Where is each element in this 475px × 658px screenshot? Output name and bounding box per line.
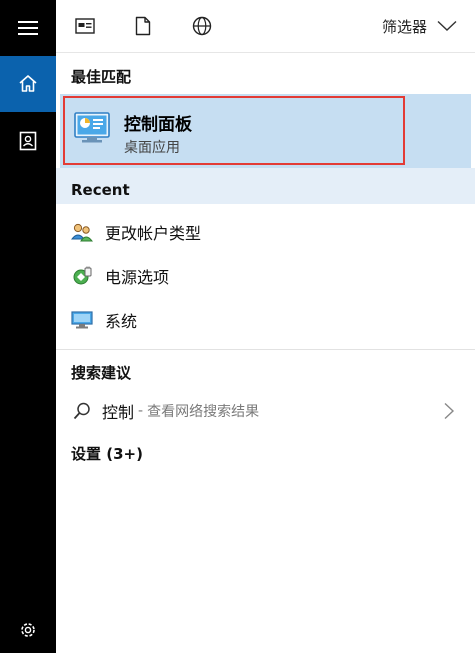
apps-scope-button[interactable] bbox=[68, 10, 102, 42]
section-divider bbox=[56, 349, 475, 350]
user-accounts-icon bbox=[71, 223, 93, 242]
power-options-icon bbox=[73, 266, 92, 285]
web-scope-button[interactable] bbox=[185, 10, 219, 42]
filter-dropdown[interactable]: 筛选器 bbox=[382, 12, 457, 40]
search-icon bbox=[73, 402, 90, 420]
system-monitor-icon bbox=[71, 311, 93, 329]
apps-icon bbox=[75, 18, 95, 34]
best-match-result[interactable]: 控制面板 桌面应用 bbox=[60, 94, 471, 168]
portrait-icon bbox=[19, 131, 37, 151]
best-match-heading: 最佳匹配 bbox=[71, 68, 132, 86]
suggestion-separator: - bbox=[138, 403, 144, 419]
recent-header: Recent bbox=[56, 168, 475, 204]
highlight-outline bbox=[63, 96, 405, 165]
home-icon bbox=[19, 75, 37, 92]
recent-item-label: 系统 bbox=[105, 312, 138, 331]
recent-item-label: 更改帐户类型 bbox=[105, 224, 202, 243]
hamburger-menu-icon bbox=[18, 21, 38, 35]
recent-item-system[interactable]: 系统 bbox=[56, 300, 475, 340]
scope-toolbar: 筛选器 bbox=[56, 0, 475, 53]
search-results-panel: 筛选器 最佳匹配 控制面板 桌面应用 Recent 更改帐户类型 电源选项 系统… bbox=[56, 0, 475, 653]
gear-icon bbox=[21, 623, 35, 637]
recent-item-power-options[interactable]: 电源选项 bbox=[56, 256, 475, 296]
settings-button[interactable] bbox=[0, 602, 56, 658]
control-panel-icon bbox=[74, 112, 110, 143]
documents-scope-button[interactable] bbox=[126, 10, 160, 42]
chevron-right-icon[interactable] bbox=[443, 402, 455, 420]
recent-heading: Recent bbox=[71, 181, 130, 199]
filter-label: 筛选器 bbox=[381, 17, 427, 36]
documents-icon bbox=[135, 16, 151, 36]
recent-item-change-account-type[interactable]: 更改帐户类型 bbox=[56, 212, 475, 252]
search-suggestion-item[interactable]: 控制 - 查看网络搜索结果 bbox=[56, 391, 475, 431]
recent-item-label: 电源选项 bbox=[105, 268, 170, 287]
chevron-down-icon bbox=[437, 20, 457, 31]
search-suggestions-heading: 搜索建议 bbox=[71, 364, 132, 382]
best-match-subtitle: 桌面应用 bbox=[124, 140, 180, 156]
settings-heading[interactable]: 设置 (3+) bbox=[71, 443, 143, 464]
suggestion-hint: 查看网络搜索结果 bbox=[147, 404, 260, 420]
portrait-button[interactable] bbox=[0, 113, 56, 169]
home-button[interactable] bbox=[0, 56, 56, 112]
web-icon bbox=[192, 16, 212, 36]
left-rail bbox=[0, 0, 56, 653]
hamburger-menu-button[interactable] bbox=[0, 0, 56, 56]
best-match-title: 控制面板 bbox=[124, 115, 192, 135]
suggestion-query: 控制 bbox=[102, 403, 135, 422]
